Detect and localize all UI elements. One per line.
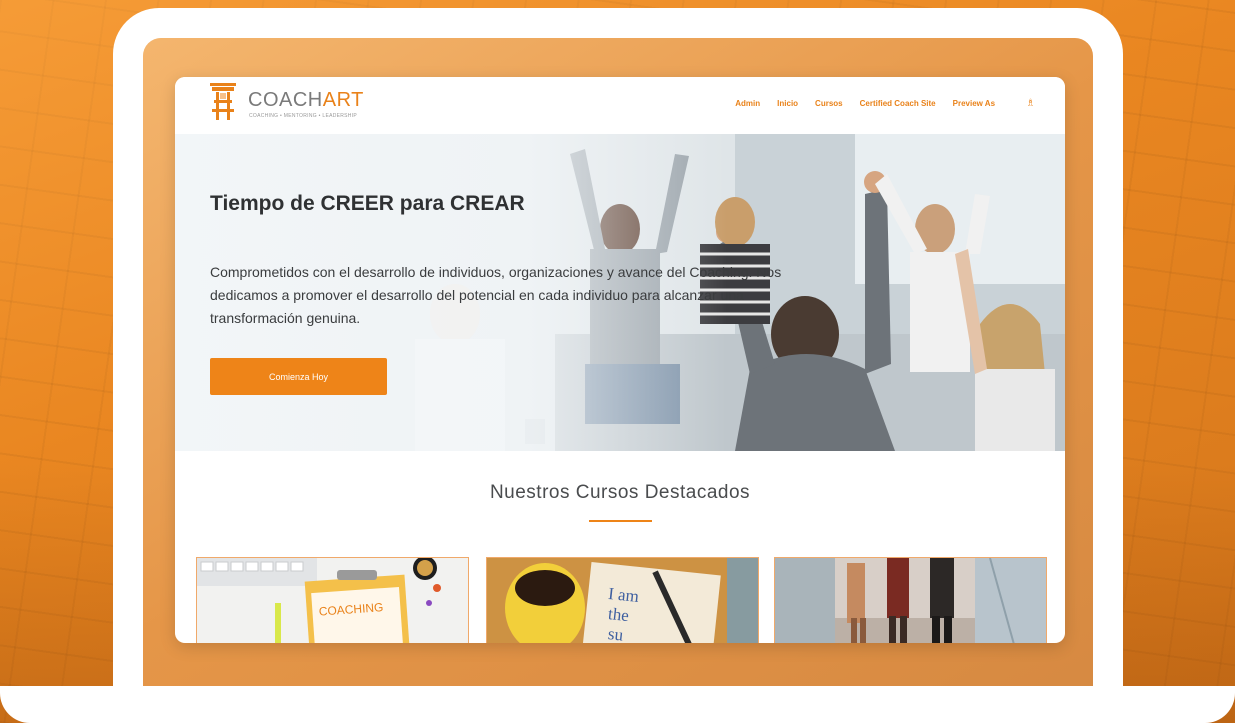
hero-title: Tiempo de CREER para CREAR xyxy=(210,192,525,215)
brand-logo[interactable]: COACHART COACHING • MENTORING • LEADERSH… xyxy=(208,83,378,125)
nav-item-preview-as[interactable]: Preview As xyxy=(953,99,995,108)
brand-tagline: COACHING • MENTORING • LEADERSHIP xyxy=(249,113,358,119)
nav-item-cursos[interactable]: Cursos xyxy=(815,99,843,108)
hero-description: Comprometidos con el desarrollo de indiv… xyxy=(210,264,782,326)
note-line-1: I am xyxy=(607,584,640,606)
lighthouse-logo-icon xyxy=(210,83,236,120)
note-line-2: the xyxy=(607,604,630,625)
featured-courses-title: Nuestros Cursos Destacados xyxy=(489,482,751,503)
site-header: COACHART COACHING • MENTORING • LEADERSH… xyxy=(175,77,1065,135)
note-line-3: su xyxy=(607,624,625,643)
main-nav: Admin Inicio Cursos Certified Coach Site… xyxy=(735,98,1035,109)
course-image-coffee-note: I am the su xyxy=(487,558,758,643)
course-image-coaching: COACHING xyxy=(197,558,468,643)
brand-name: COACHART xyxy=(248,89,364,111)
nav-item-inicio[interactable]: Inicio xyxy=(777,99,798,108)
hero-banner: Tiempo de CREER para CREAR Comprometidos… xyxy=(175,134,1065,451)
comienza-hoy-button[interactable]: Comienza Hoy xyxy=(210,358,387,395)
course-card-1[interactable]: COACHING xyxy=(196,557,469,643)
title-underline xyxy=(589,520,652,522)
course-image-business-people xyxy=(775,558,1046,643)
nav-item-admin[interactable]: Admin xyxy=(735,99,760,108)
course-card-2[interactable]: I am the su xyxy=(486,557,759,643)
person-icon[interactable]: ♗ xyxy=(1026,98,1035,109)
laptop-base xyxy=(0,686,1235,723)
web-page: COACHART COACHING • MENTORING • LEADERSH… xyxy=(175,77,1065,643)
nav-item-certified-coach-site[interactable]: Certified Coach Site xyxy=(860,99,936,108)
course-card-3[interactable] xyxy=(774,557,1047,643)
